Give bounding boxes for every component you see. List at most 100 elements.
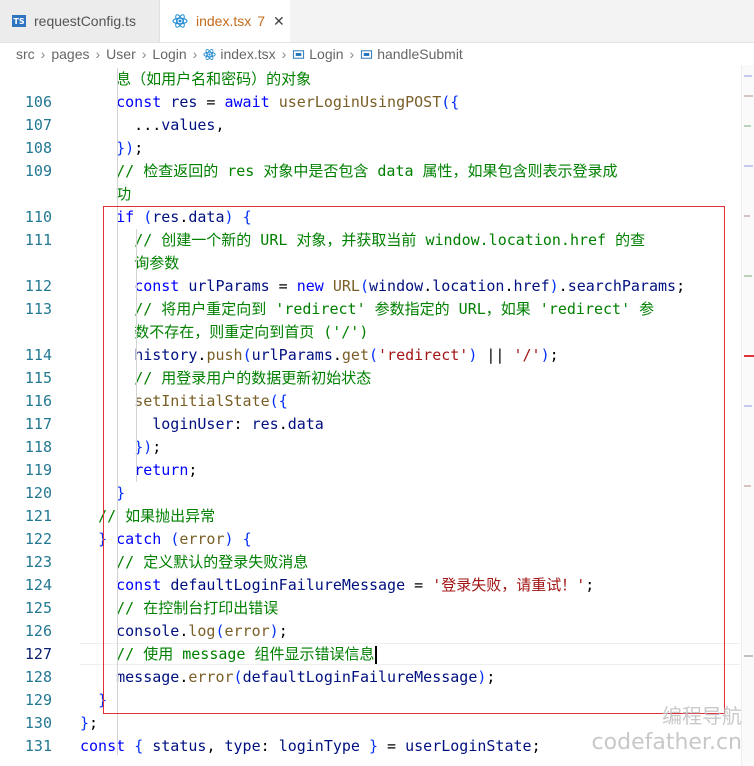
react-file-icon xyxy=(203,48,216,60)
breadcrumb: src › pages › User › Login › index.tsx ›… xyxy=(0,43,754,65)
code-line[interactable]: 124 const defaultLoginFailureMessage = '… xyxy=(0,574,740,597)
code-text: // 在控制台打印出错误 xyxy=(116,599,279,617)
code-text: // 定义默认的登录失败消息 xyxy=(116,553,309,571)
code-editor[interactable]: 息（如用户名和密码）的对象 106 const res = await userL… xyxy=(0,65,740,766)
code-line[interactable]: 109 // 检查返回的 res 对象中是否包含 data 属性，如果包含则表示… xyxy=(0,160,740,183)
code-line[interactable]: 112 const urlParams = new URL(window.loc… xyxy=(0,275,740,298)
chevron-right-icon: › xyxy=(40,46,46,62)
code-text: return; xyxy=(134,461,198,479)
code-text: // 创建一个新的 URL 对象，并获取当前 window.location.h… xyxy=(134,231,646,249)
code-line[interactable]: 129 } xyxy=(0,689,740,712)
line-number: 106 xyxy=(24,93,52,111)
code-line[interactable]: 107 ...values, xyxy=(0,114,740,137)
code-line[interactable]: 108 }); xyxy=(0,137,740,160)
symbol-variable-icon xyxy=(293,49,305,59)
line-number: 107 xyxy=(24,116,52,134)
code-line[interactable]: 数不存在，则重定向到首页 ('/') xyxy=(0,321,740,344)
line-number: 114 xyxy=(24,346,52,364)
watermark-domain: codefather.cn xyxy=(591,730,742,755)
code-line[interactable]: 127 // 使用 message 组件显示错误信息 xyxy=(0,643,740,666)
line-number: 119 xyxy=(24,461,52,479)
tab-index-tsx[interactable]: index.tsx 7 ✕ xyxy=(160,0,290,42)
code-line[interactable]: 122 } catch (error) { xyxy=(0,528,740,551)
chevron-right-icon: › xyxy=(95,46,101,62)
code-text: 功 xyxy=(116,185,132,203)
code-line[interactable]: 125 // 在控制台打印出错误 xyxy=(0,597,740,620)
code-line[interactable]: 128 message.error(defaultLoginFailureMes… xyxy=(0,666,740,689)
tab-label: index.tsx xyxy=(196,13,252,29)
code-text: 询参数 xyxy=(134,254,180,272)
code-text: const defaultLoginFailureMessage = '登录失败… xyxy=(116,576,595,594)
chevron-right-icon: › xyxy=(349,46,355,62)
line-number: 108 xyxy=(24,139,52,157)
breadcrumb-item-file[interactable]: index.tsx xyxy=(220,46,275,62)
code-line[interactable]: 110 if (res.data) { xyxy=(0,206,740,229)
typescript-file-icon: TS xyxy=(12,15,26,27)
line-number: 121 xyxy=(24,507,52,525)
code-line[interactable]: 119 return; xyxy=(0,459,740,482)
code-text: const urlParams = new URL(window.locatio… xyxy=(134,277,686,295)
line-number: 117 xyxy=(24,415,52,433)
breadcrumb-item-login[interactable]: Login xyxy=(152,46,186,62)
code-text: const { status, type: loginType } = user… xyxy=(80,737,541,755)
chevron-right-icon: › xyxy=(281,46,287,62)
symbol-variable-icon xyxy=(361,49,373,59)
line-number: 131 xyxy=(24,737,52,755)
code-line[interactable]: 111 // 创建一个新的 URL 对象，并获取当前 window.locati… xyxy=(0,229,740,252)
code-text: history.push(urlParams.get('redirect') |… xyxy=(134,346,559,364)
code-text: // 用登录用户的数据更新初始状态 xyxy=(134,369,372,387)
line-number: 123 xyxy=(24,553,52,571)
code-text: // 检查返回的 res 对象中是否包含 data 属性，如果包含则表示登录成 xyxy=(116,162,618,180)
editor-tab-bar: TS requestConfig.ts index.tsx 7 ✕ xyxy=(0,0,754,43)
code-text: 息（如用户名和密码）的对象 xyxy=(116,70,312,88)
line-number: 120 xyxy=(24,484,52,502)
minimap[interactable] xyxy=(741,65,754,766)
indent-guide xyxy=(117,68,118,755)
line-number: 128 xyxy=(24,668,52,686)
code-text: // 如果抛出异常 xyxy=(98,507,216,525)
line-number: 127 xyxy=(24,645,52,663)
line-number: 115 xyxy=(24,369,52,387)
code-line[interactable]: 120 } xyxy=(0,482,740,505)
code-text: }); xyxy=(134,438,162,456)
code-line[interactable]: 118 }); xyxy=(0,436,740,459)
code-line[interactable]: 询参数 xyxy=(0,252,740,275)
breadcrumb-item-login-symbol[interactable]: Login xyxy=(309,46,343,62)
code-line[interactable]: 117 loginUser: res.data xyxy=(0,413,740,436)
breadcrumb-item-pages[interactable]: pages xyxy=(51,46,89,62)
code-line[interactable]: 113 // 将用户重定向到 'redirect' 参数指定的 URL，如果 '… xyxy=(0,298,740,321)
line-number: 129 xyxy=(24,691,52,709)
line-number: 130 xyxy=(24,714,52,732)
code-text: const res = await userLoginUsingPOST({ xyxy=(116,93,460,111)
code-text: }); xyxy=(116,139,144,157)
code-line[interactable]: 114 history.push(urlParams.get('redirect… xyxy=(0,344,740,367)
tab-requestconfig[interactable]: TS requestConfig.ts xyxy=(0,0,160,42)
close-icon[interactable]: ✕ xyxy=(273,13,285,30)
code-line[interactable]: 121 // 如果抛出异常 xyxy=(0,505,740,528)
breadcrumb-item-user[interactable]: User xyxy=(106,46,136,62)
line-number: 125 xyxy=(24,599,52,617)
code-line[interactable]: 106 const res = await userLoginUsingPOST… xyxy=(0,91,740,114)
code-text: if (res.data) { xyxy=(116,208,252,226)
code-text: } xyxy=(98,691,108,709)
code-line[interactable]: 息（如用户名和密码）的对象 xyxy=(0,68,740,91)
code-line[interactable]: 123 // 定义默认的登录失败消息 xyxy=(0,551,740,574)
code-line[interactable]: 功 xyxy=(0,183,740,206)
line-number: 126 xyxy=(24,622,52,640)
chevron-right-icon: › xyxy=(192,46,198,62)
line-number: 111 xyxy=(24,231,52,249)
code-line[interactable]: 126 console.log(error); xyxy=(0,620,740,643)
code-text: console.log(error); xyxy=(116,622,288,640)
code-line[interactable]: 116 setInitialState({ xyxy=(0,390,740,413)
code-text: }; xyxy=(80,714,99,732)
breadcrumb-item-src[interactable]: src xyxy=(16,46,35,62)
code-line[interactable]: 115 // 用登录用户的数据更新初始状态 xyxy=(0,367,740,390)
watermark-title: 编程导航 xyxy=(662,704,742,728)
line-number: 112 xyxy=(24,277,52,295)
code-text: setInitialState({ xyxy=(134,392,288,410)
indent-guide xyxy=(136,229,137,482)
code-text: } catch (error) { xyxy=(98,530,252,548)
line-number: 118 xyxy=(24,438,52,456)
breadcrumb-item-handlesubmit[interactable]: handleSubmit xyxy=(377,46,463,62)
code-text: 数不存在，则重定向到首页 ('/') xyxy=(134,323,369,341)
